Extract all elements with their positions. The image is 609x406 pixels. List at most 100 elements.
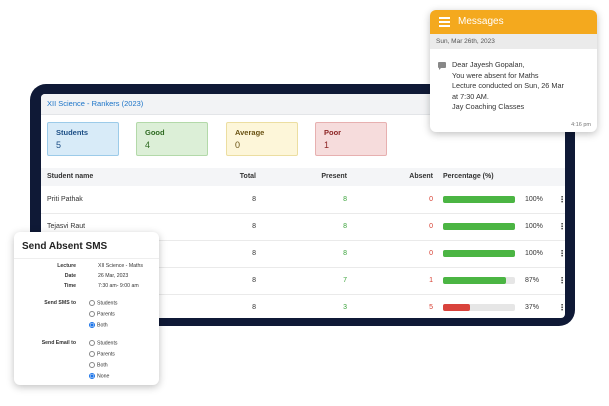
divider (14, 258, 159, 259)
percentage-bar (443, 250, 515, 257)
date-value: 26 Mar, 2023 (98, 273, 129, 279)
absent-value: 0 (429, 250, 433, 257)
email-option-both[interactable]: Both (89, 362, 108, 368)
percentage-bar (443, 223, 515, 230)
percentage-bar (443, 196, 515, 203)
radio-button-selected[interactable] (89, 373, 95, 379)
absent-value: 5 (429, 304, 433, 311)
radio-button[interactable] (89, 351, 95, 357)
percentage-value: 87% (525, 277, 540, 284)
option-label: None (97, 373, 110, 380)
table-header: Student name Total Present Absent Percen… (41, 168, 565, 186)
header-absent: Absent (409, 173, 433, 180)
row-menu-icon[interactable]: ⋮ (558, 213, 565, 240)
percentage-value: 100% (525, 196, 543, 203)
time-value: 7:30 am- 9:00 am (98, 283, 139, 289)
header-student-name: Student name (47, 173, 94, 180)
card-poor[interactable]: Poor 1 (315, 122, 387, 156)
row-menu-icon[interactable]: ⋮ (558, 267, 565, 294)
card-value: 0 (235, 140, 241, 150)
present-value: 3 (343, 304, 347, 311)
card-value: 5 (56, 140, 62, 150)
message-date: Sun, Mar 26th, 2023 (430, 34, 597, 49)
radio-button-selected[interactable] (89, 322, 95, 328)
row-menu-icon[interactable]: ⋮ (558, 186, 565, 213)
row-menu-icon[interactable]: ⋮ (558, 294, 565, 318)
email-option-students[interactable]: Students (89, 340, 117, 346)
sms-option-both[interactable]: Both (89, 322, 108, 328)
present-value: 7 (343, 277, 347, 284)
message-line: Lecture conducted on Sun, 26 Mar (452, 81, 564, 91)
total-value: 8 (252, 304, 256, 311)
present-value: 8 (343, 196, 347, 203)
percentage-bar (443, 304, 515, 311)
percentage-fill (443, 277, 506, 284)
card-label: Poor (324, 128, 342, 137)
card-students[interactable]: Students 5 (47, 122, 119, 156)
card-good[interactable]: Good 4 (136, 122, 208, 156)
email-to-label: Send Email to (41, 340, 76, 346)
hamburger-menu-icon[interactable] (439, 17, 450, 27)
total-value: 8 (252, 223, 256, 230)
option-label: Both (97, 322, 108, 329)
sms-option-students[interactable]: Students (89, 300, 117, 306)
lecture-label: Lecture (57, 263, 76, 269)
percentage-bar (443, 277, 515, 284)
sms-option-parents[interactable]: Parents (89, 311, 115, 317)
radio-button[interactable] (89, 362, 95, 368)
message-line: at 7:30 AM. (452, 91, 489, 101)
dialog-title: Send Absent SMS (22, 241, 108, 252)
email-option-none[interactable]: None (89, 373, 109, 379)
messages-header: Messages (430, 10, 597, 34)
table-row[interactable]: Priti Pathak 8 8 0 100% ⋮ (41, 186, 565, 214)
percentage-fill (443, 196, 515, 203)
option-label: Parents (97, 311, 115, 318)
email-option-parents[interactable]: Parents (89, 351, 115, 357)
header-total: Total (239, 173, 256, 180)
message-line: Dear Jayesh Gopalan, (452, 60, 525, 69)
lecture-value: XII Science - Maths (98, 263, 143, 269)
message-line: You were absent for Maths (452, 70, 539, 80)
send-absent-sms-dialog: Send Absent SMS Lecture XII Science - Ma… (14, 232, 159, 385)
time-label: Time (63, 283, 76, 289)
percentage-fill (443, 223, 515, 230)
percentage-value: 100% (525, 223, 543, 230)
card-label: Students (56, 128, 89, 137)
option-label: Both (97, 362, 108, 369)
absent-value: 1 (429, 277, 433, 284)
row-menu-icon[interactable]: ⋮ (558, 240, 565, 267)
card-label: Good (145, 128, 165, 137)
card-value: 1 (324, 140, 330, 150)
option-label: Students (97, 340, 118, 347)
radio-button[interactable] (89, 340, 95, 346)
card-value: 4 (145, 140, 151, 150)
message-body: Dear Jayesh Gopalan, You were absent for… (452, 60, 564, 113)
card-label: Average (235, 128, 265, 137)
total-value: 8 (252, 277, 256, 284)
sms-to-label: Send SMS to (44, 300, 76, 306)
message-line: Jay Coaching Classes (452, 102, 525, 112)
header-present: Present (321, 173, 347, 180)
card-average[interactable]: Average 0 (226, 122, 298, 156)
radio-button[interactable] (89, 311, 95, 317)
absent-value: 0 (429, 223, 433, 230)
percentage-fill (443, 250, 515, 257)
total-value: 8 (252, 250, 256, 257)
option-label: Students (97, 300, 118, 307)
header-percentage: Percentage (%) (443, 173, 494, 180)
radio-button[interactable] (89, 300, 95, 306)
percentage-fill (443, 304, 470, 311)
message-time: 4:16 pm (571, 122, 591, 128)
present-value: 8 (343, 250, 347, 257)
messages-title: Messages (458, 16, 504, 27)
absent-value: 0 (429, 196, 433, 203)
percentage-value: 100% (525, 250, 543, 257)
chat-bubble-icon (438, 62, 446, 70)
student-name: Priti Pathak (47, 196, 83, 203)
percentage-value: 37% (525, 304, 540, 311)
present-value: 8 (343, 223, 347, 230)
option-label: Parents (97, 351, 115, 358)
date-label: Date (64, 273, 76, 279)
total-value: 8 (252, 196, 256, 203)
messages-popup: Messages Sun, Mar 26th, 2023 Dear Jayesh… (430, 10, 597, 132)
